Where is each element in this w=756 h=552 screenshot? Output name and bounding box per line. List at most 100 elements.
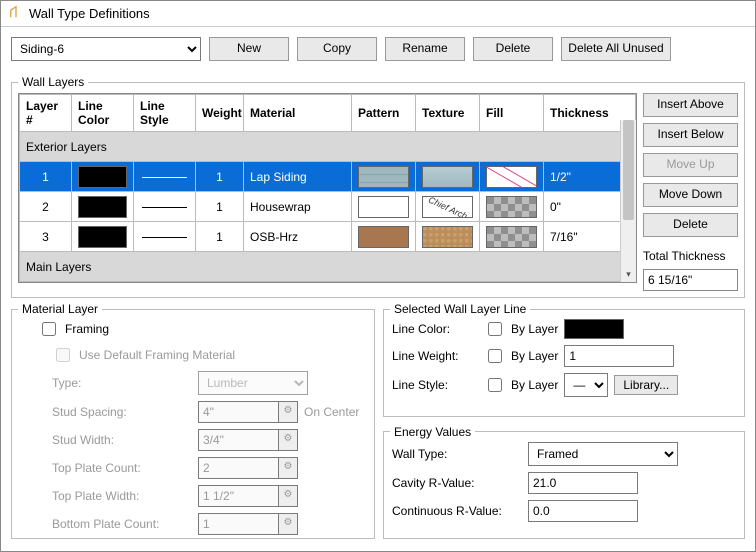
group-exterior[interactable]: Exterior Layers [20,132,636,162]
table-row[interactable]: 3 1 OSB-Hrz 7/16" [20,222,636,252]
scroll-thumb[interactable] [623,120,634,220]
col-fill[interactable]: Fill [480,95,544,132]
delete-type-button[interactable]: Delete [473,37,553,61]
energy-values-legend: Energy Values [390,425,475,439]
use-default-framing-label: Use Default Framing Material [79,348,235,362]
type-select: Lumber [198,371,308,395]
cell-material: Lap Siding [244,162,352,192]
line-style-select[interactable]: — [564,373,608,397]
col-layer-num[interactable]: Layer # [20,95,72,132]
framing-label: Framing [65,322,109,336]
group-main[interactable]: Main Layers [20,252,636,282]
col-texture[interactable]: Texture [416,95,480,132]
line-weight-bylayer-checkbox[interactable] [488,349,502,363]
copy-button[interactable]: Copy [297,37,377,61]
stud-spacing-input [198,401,278,423]
stud-spacing-label: Stud Spacing: [52,405,192,419]
line-weight-label: Line Weight: [392,349,478,363]
pattern-swatch [358,166,409,188]
wall-layers-group: Wall Layers Layer # Line Color Line Styl… [11,75,745,298]
app-icon [9,5,23,22]
continuous-r-label: Continuous R-Value: [392,504,522,518]
continuous-r-input[interactable] [528,500,638,522]
scroll-down-icon[interactable]: ▾ [621,266,636,282]
cell-weight: 1 [196,162,244,192]
move-down-button[interactable]: Move Down [643,183,738,207]
stud-width-label: Stud Width: [52,433,192,447]
col-line-color[interactable]: Line Color [72,95,134,132]
wall-layers-legend: Wall Layers [18,75,88,89]
cavity-r-label: Cavity R-Value: [392,476,522,490]
cell-weight: 1 [196,222,244,252]
selected-line-group: Selected Wall Layer Line Line Color: By … [383,302,745,417]
window-title: Wall Type Definitions [29,6,150,21]
rename-button[interactable]: Rename [385,37,465,61]
insert-below-button[interactable]: Insert Below [643,123,738,147]
use-default-framing-checkbox [56,348,70,362]
line-style-swatch [140,226,189,248]
top-plate-count-input [198,457,278,479]
by-layer-label: By Layer [511,349,558,363]
cell-layer-num: 2 [20,192,72,222]
material-layer-legend: Material Layer [18,302,102,316]
spinner-icon: ⚙ [278,429,298,451]
bottom-plate-count-label: Bottom Plate Count: [52,517,192,531]
titlebar: Wall Type Definitions [1,1,755,27]
cell-material: Fir Framing 2 [244,282,352,284]
cell-weight: 35 [196,282,244,284]
wall-type-label: Wall Type: [392,447,522,461]
total-thickness-value: 6 15/16" [643,269,738,291]
table-side-buttons: Insert Above Insert Below Move Up Move D… [643,93,738,291]
table-vscroll[interactable]: ▾ [620,120,636,282]
cell-layer-num: 4 [20,282,72,284]
spinner-icon: ⚙ [278,401,298,423]
top-plate-count-label: Top Plate Count: [52,461,192,475]
top-plate-width-input [198,485,278,507]
pattern-swatch [358,226,409,248]
insert-above-button[interactable]: Insert Above [643,93,738,117]
table-header-row: Layer # Line Color Line Style Weight Mat… [20,95,636,132]
col-line-style[interactable]: Line Style [134,95,196,132]
col-material[interactable]: Material [244,95,352,132]
new-button[interactable]: New [209,37,289,61]
table-row[interactable]: 4 35 Fir Framing 2 5 1/2" [20,282,636,284]
cell-weight: 1 [196,192,244,222]
library-button[interactable]: Library... [614,375,678,395]
type-label: Type: [52,376,192,390]
cell-material: OSB-Hrz [244,222,352,252]
col-weight[interactable]: Weight [196,95,244,132]
cell-layer-num: 3 [20,222,72,252]
fill-swatch [486,166,537,188]
move-up-button[interactable]: Move Up [643,153,738,177]
table-row[interactable]: 1 1 Lap Siding 1/2" [20,162,636,192]
line-color-bylayer-checkbox[interactable] [488,322,502,336]
texture-swatch [422,226,473,248]
line-weight-input[interactable] [564,345,674,367]
line-color-label: Line Color: [392,322,478,336]
delete-all-unused-button[interactable]: Delete All Unused [561,37,671,61]
col-pattern[interactable]: Pattern [352,95,416,132]
material-layer-group: Material Layer Framing Use Default Frami… [11,302,375,539]
bottom-plate-count-input [198,513,278,535]
topbar: Siding-6 New Copy Rename Delete Delete A… [1,27,755,71]
delete-layer-button[interactable]: Delete [643,213,738,237]
line-style-bylayer-checkbox[interactable] [488,378,502,392]
total-thickness-label: Total Thickness [643,243,738,263]
line-style-label: Line Style: [392,378,478,392]
selected-line-legend: Selected Wall Layer Line [390,302,530,316]
line-color-swatch [78,166,127,188]
wall-type-energy-select[interactable]: Framed [528,442,678,466]
table-row[interactable]: 2 1 Housewrap 0" [20,192,636,222]
wall-type-select[interactable]: Siding-6 [11,37,201,61]
cell-material: Housewrap [244,192,352,222]
framing-checkbox[interactable] [42,322,56,336]
line-color-swatch[interactable] [564,319,624,339]
cavity-r-input[interactable] [528,472,638,494]
spinner-icon: ⚙ [278,457,298,479]
line-color-swatch [78,226,127,248]
texture-swatch [422,196,473,218]
pattern-swatch [358,196,409,218]
wall-layers-table[interactable]: Layer # Line Color Line Style Weight Mat… [18,93,637,283]
by-layer-label: By Layer [511,322,558,336]
cell-layer-num: 1 [20,162,72,192]
